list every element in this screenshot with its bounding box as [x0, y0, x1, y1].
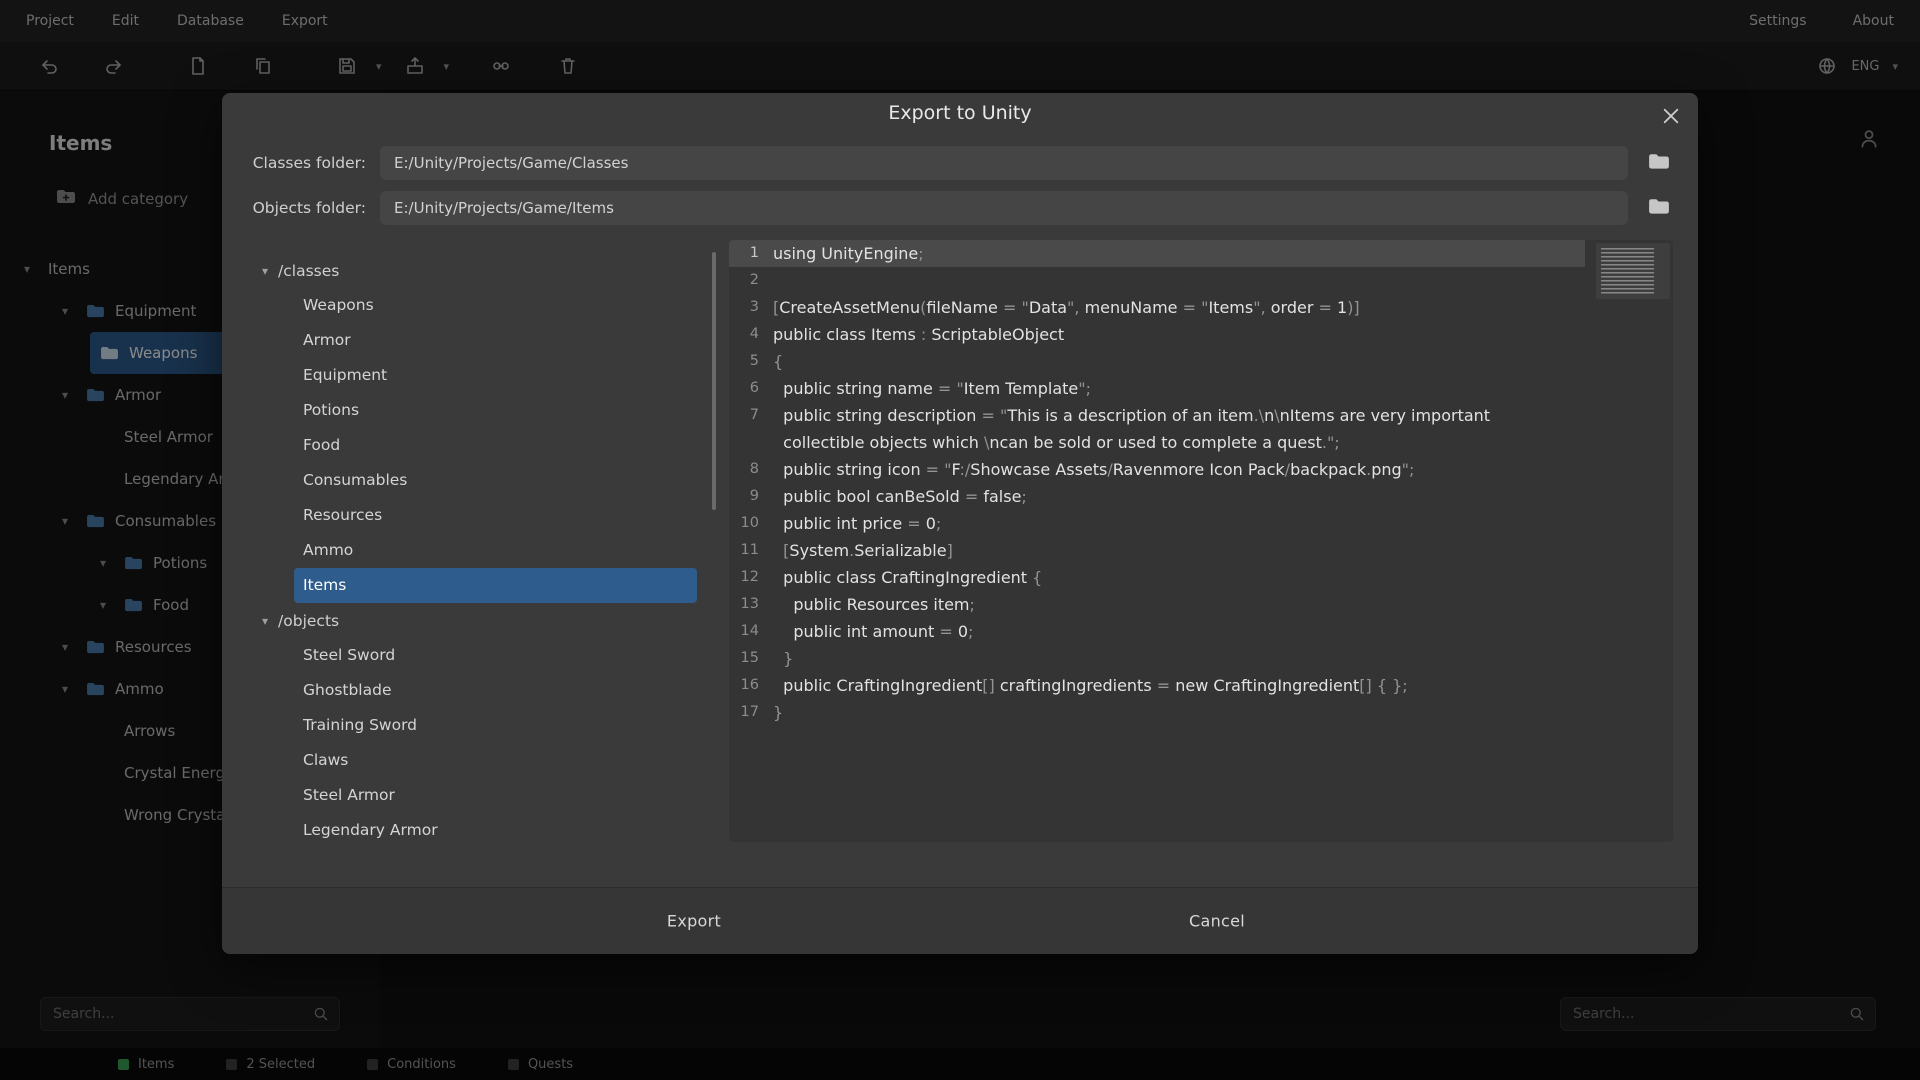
line-number: 10	[729, 510, 759, 537]
objects-folder-input[interactable]	[380, 191, 1628, 225]
objects-list: Steel SwordGhostbladeTraining SwordClaws…	[245, 638, 715, 848]
code-preview: 1using UnityEngine;23[CreateAssetMenu(fi…	[729, 240, 1673, 842]
line-number: 3	[729, 294, 759, 321]
classes-folder-node[interactable]: ▾ /classes	[245, 253, 715, 288]
code-line: 10 public int price = 0;	[729, 510, 1673, 537]
export-to-unity-dialog: Export to Unity Classes folder: Objects …	[222, 93, 1698, 954]
class-item-items[interactable]: Items	[294, 568, 697, 603]
line-number: 1	[729, 240, 759, 267]
line-number: 14	[729, 618, 759, 645]
object-item-claws[interactable]: Claws	[294, 743, 697, 778]
class-item-consumables[interactable]: Consumables	[294, 463, 697, 498]
line-number: 11	[729, 537, 759, 564]
line-number: 8	[729, 456, 759, 483]
line-number: 9	[729, 483, 759, 510]
browse-folder-button[interactable]	[1646, 196, 1672, 220]
code-line: 9 public bool canBeSold = false;	[729, 483, 1673, 510]
export-tree: ▾ /classes WeaponsArmorEquipmentPotionsF…	[245, 253, 715, 848]
classes-folder-input[interactable]	[380, 146, 1628, 180]
code-line: 4public class Items : ScriptableObject	[729, 321, 1673, 348]
tree-scrollbar[interactable]	[712, 252, 716, 510]
code-line: 14 public int amount = 0;	[729, 618, 1673, 645]
objects-folder-row: Objects folder:	[222, 191, 1698, 225]
browse-folder-button[interactable]	[1646, 151, 1672, 175]
class-item-ammo[interactable]: Ammo	[294, 533, 697, 568]
object-item-steel-sword[interactable]: Steel Sword	[294, 638, 697, 673]
code-line: 15 }	[729, 645, 1673, 672]
classes-folder-row: Classes folder:	[222, 146, 1698, 180]
code-lines: 1using UnityEngine;23[CreateAssetMenu(fi…	[729, 240, 1673, 726]
collapse-arrow-icon[interactable]: ▾	[262, 264, 268, 278]
class-item-equipment[interactable]: Equipment	[294, 358, 697, 393]
code-line: 2	[729, 267, 1673, 294]
collapse-arrow-icon[interactable]: ▾	[262, 614, 268, 628]
line-number	[729, 429, 759, 456]
database-editor-app: ProjectEditDatabaseExport SettingsAbout …	[0, 0, 1920, 1080]
classes-list: WeaponsArmorEquipmentPotionsFoodConsumab…	[245, 288, 715, 603]
code-line: 3[CreateAssetMenu(fileName = "Data", men…	[729, 294, 1673, 321]
class-item-armor[interactable]: Armor	[294, 323, 697, 358]
object-item-steel-armor[interactable]: Steel Armor	[294, 778, 697, 813]
code-line: 16 public CraftingIngredient[] craftingI…	[729, 672, 1673, 699]
line-number: 2	[729, 267, 759, 294]
code-line: 17}	[729, 699, 1673, 726]
class-item-resources[interactable]: Resources	[294, 498, 697, 533]
line-number: 6	[729, 375, 759, 402]
line-number: 5	[729, 348, 759, 375]
objects-folder-label: Objects folder:	[238, 191, 366, 225]
code-line: 13 public Resources item;	[729, 591, 1673, 618]
classes-folder-label: Classes folder:	[238, 146, 366, 180]
line-number: 16	[729, 672, 759, 699]
code-line: 7 public string description = "This is a…	[729, 402, 1673, 429]
code-line: 5{	[729, 348, 1673, 375]
line-number: 13	[729, 591, 759, 618]
code-line: 8 public string icon = "F:/Showcase Asse…	[729, 456, 1673, 483]
line-number: 17	[729, 699, 759, 726]
class-item-potions[interactable]: Potions	[294, 393, 697, 428]
code-line: 11 [System.Serializable]	[729, 537, 1673, 564]
object-item-legendary-armor[interactable]: Legendary Armor	[294, 813, 697, 848]
line-number: 12	[729, 564, 759, 591]
dialog-title: Export to Unity	[222, 102, 1698, 124]
object-item-training-sword[interactable]: Training Sword	[294, 708, 697, 743]
line-number: 15	[729, 645, 759, 672]
class-item-food[interactable]: Food	[294, 428, 697, 463]
line-number: 4	[729, 321, 759, 348]
code-line: collectible objects which \ncan be sold …	[729, 429, 1673, 456]
class-item-weapons[interactable]: Weapons	[294, 288, 697, 323]
code-line: 12 public class CraftingIngredient {	[729, 564, 1673, 591]
code-minimap[interactable]	[1596, 243, 1670, 299]
objects-folder-node[interactable]: ▾ /objects	[245, 603, 715, 638]
code-line: 1using UnityEngine;	[729, 240, 1673, 267]
classes-header-label: /classes	[278, 262, 339, 280]
cancel-button[interactable]: Cancel	[1183, 911, 1251, 932]
object-item-ghostblade[interactable]: Ghostblade	[294, 673, 697, 708]
export-button[interactable]: Export	[661, 911, 727, 932]
line-number: 7	[729, 402, 759, 429]
dialog-footer: Export Cancel	[222, 887, 1698, 954]
code-line: 6 public string name = "Item Template";	[729, 375, 1673, 402]
objects-header-label: /objects	[278, 612, 339, 630]
close-icon[interactable]	[1656, 101, 1686, 131]
minimap-lines	[1601, 248, 1654, 294]
